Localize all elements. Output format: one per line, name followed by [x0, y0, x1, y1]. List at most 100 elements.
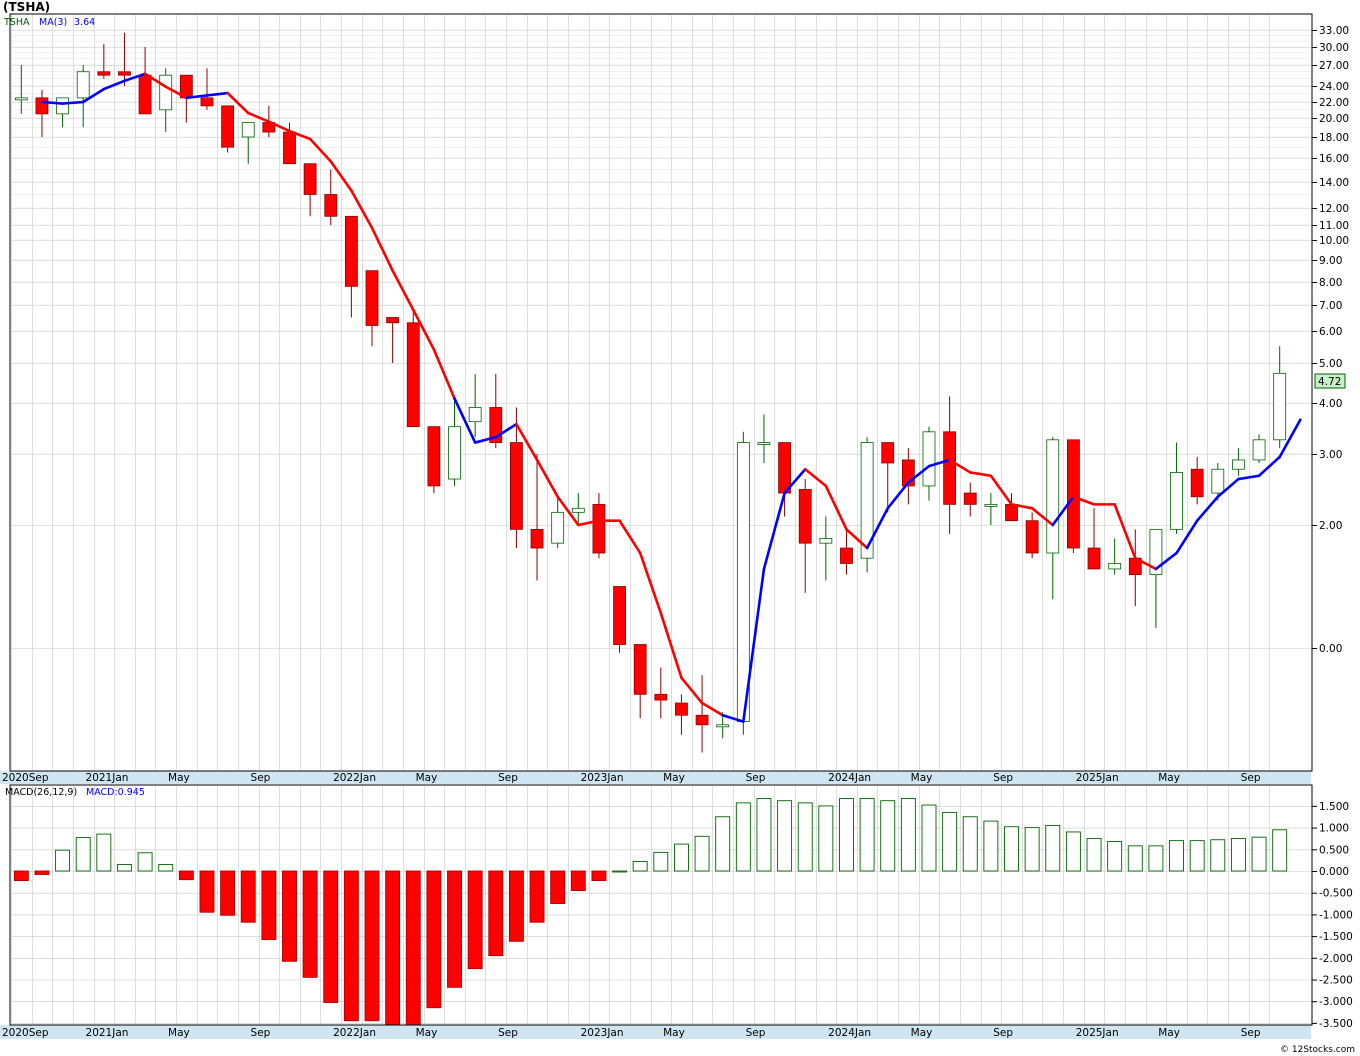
macd-tick-label: 1.000 — [1319, 823, 1349, 835]
candle-body — [1252, 439, 1266, 461]
macd-bar — [962, 816, 978, 872]
macd-bar — [13, 870, 29, 881]
macd-x-tick-label: May — [911, 1027, 933, 1039]
price-x-tick-label: 2020Sep — [2, 772, 49, 784]
chart-title: (TSHA) — [3, 0, 50, 14]
price-x-tick-label: May — [1158, 772, 1180, 784]
candle-body — [1066, 439, 1080, 549]
macd-bar — [818, 805, 834, 872]
candle-body — [1025, 520, 1039, 554]
macd-bar — [343, 870, 359, 1022]
macd-bar — [426, 870, 442, 1009]
chart-canvas: 33.00 30.00 27.00 24.00 22.00 20.00 18.00 16.00… — [0, 0, 1360, 1056]
macd-bar — [550, 870, 566, 904]
macd-bar — [508, 870, 524, 942]
price-tick-label: 16.00 — [1319, 153, 1349, 165]
candle-body — [840, 547, 853, 564]
macd-tick-label: 0.000 — [1319, 866, 1349, 878]
candle-body — [1108, 563, 1122, 570]
macd-bar — [921, 804, 937, 872]
macd-x-tick-label: Sep — [746, 1027, 766, 1039]
macd-x-tick-label: May — [416, 1027, 438, 1039]
macd-bar — [673, 843, 689, 872]
price-tick-label: 0.00 — [1319, 643, 1342, 655]
candle-body — [984, 503, 998, 507]
candle-body — [365, 270, 379, 326]
candle-body — [613, 586, 626, 645]
macd-bar — [199, 870, 215, 913]
price-x-tick-label: Sep — [251, 772, 271, 784]
macd-bar — [1004, 826, 1019, 872]
candle-body — [35, 97, 49, 115]
macd-bar — [302, 870, 318, 978]
candle-body — [1190, 468, 1204, 498]
macd-x-tick-label: Sep — [498, 1027, 518, 1039]
price-tick-label: 8.00 — [1319, 277, 1342, 289]
macd-bar — [983, 820, 999, 872]
macd-bar — [529, 870, 545, 923]
last-price-label: 4.72 — [1318, 376, 1341, 388]
price-tick-label: 24.00 — [1319, 81, 1349, 93]
macd-bar — [405, 870, 421, 1028]
price-x-tick-label: Sep — [498, 772, 518, 784]
macd-bar — [34, 870, 50, 875]
candle-body — [963, 492, 977, 505]
macd-bar — [756, 798, 772, 872]
macd-x-tick-label: 2023Jan — [581, 1027, 624, 1039]
legend-ma-value: 3.64 — [74, 17, 95, 28]
candle-body — [303, 163, 317, 195]
candle-body — [1232, 459, 1245, 470]
price-tick-label: 3.00 — [1319, 449, 1342, 461]
macd-bar — [632, 861, 648, 872]
macd-bar — [117, 864, 132, 872]
macd-bar — [1169, 840, 1184, 872]
ma3-segment — [40, 100, 64, 105]
macd-x-tick-label: 2020Sep — [2, 1027, 49, 1039]
macd-bar — [1148, 845, 1164, 872]
candle-body — [138, 74, 152, 115]
price-tick-label: 27.00 — [1319, 60, 1349, 72]
candle-body — [56, 97, 69, 115]
macd-bar — [488, 870, 504, 957]
price-tick-label: 9.00 — [1319, 255, 1342, 267]
candle-body — [118, 71, 131, 76]
macd-bar — [158, 864, 174, 872]
candle-body — [943, 431, 957, 505]
macd-bar — [1189, 840, 1205, 872]
price-tick-label: 10.00 — [1319, 235, 1349, 247]
price-tick-label: 30.00 — [1319, 42, 1349, 54]
macd-bar — [1251, 836, 1267, 872]
macd-bar — [859, 798, 875, 872]
price-x-tick-label: Sep — [993, 772, 1013, 784]
macd-bar — [1065, 831, 1081, 872]
price-tick-label: 18.00 — [1319, 132, 1349, 144]
price-tick-label: 2.00 — [1319, 520, 1342, 532]
macd-bar — [220, 870, 236, 916]
candle-body — [716, 724, 730, 728]
candle-body — [448, 426, 461, 480]
macd-bar — [797, 802, 813, 872]
macd-x-tick-label: Sep — [1241, 1027, 1261, 1039]
macd-bar — [1024, 827, 1040, 872]
macd-bar — [385, 870, 401, 1028]
price-tick-label: 22.00 — [1319, 97, 1349, 109]
candle-body — [1170, 472, 1183, 530]
candle-body — [1046, 439, 1060, 554]
legend-symbol: TSHA — [3, 17, 30, 28]
macd-bar — [570, 870, 586, 891]
candle-body — [654, 693, 668, 701]
macd-bar — [612, 870, 628, 873]
macd-bar — [1272, 829, 1288, 872]
price-x-tick-label: May — [416, 772, 438, 784]
candle-body — [406, 322, 420, 428]
macd-x-tick-label: 2025Jan — [1076, 1027, 1119, 1039]
candle-body — [200, 97, 214, 107]
macd-bar — [467, 870, 483, 970]
candle-body — [675, 702, 688, 716]
candle-body — [633, 644, 647, 695]
price-tick-label: 33.00 — [1319, 25, 1349, 37]
candle-body — [468, 407, 482, 423]
price-x-tick-label: 2022Jan — [333, 772, 376, 784]
price-tick-label: 5.00 — [1319, 358, 1342, 370]
candle-body — [386, 317, 400, 324]
